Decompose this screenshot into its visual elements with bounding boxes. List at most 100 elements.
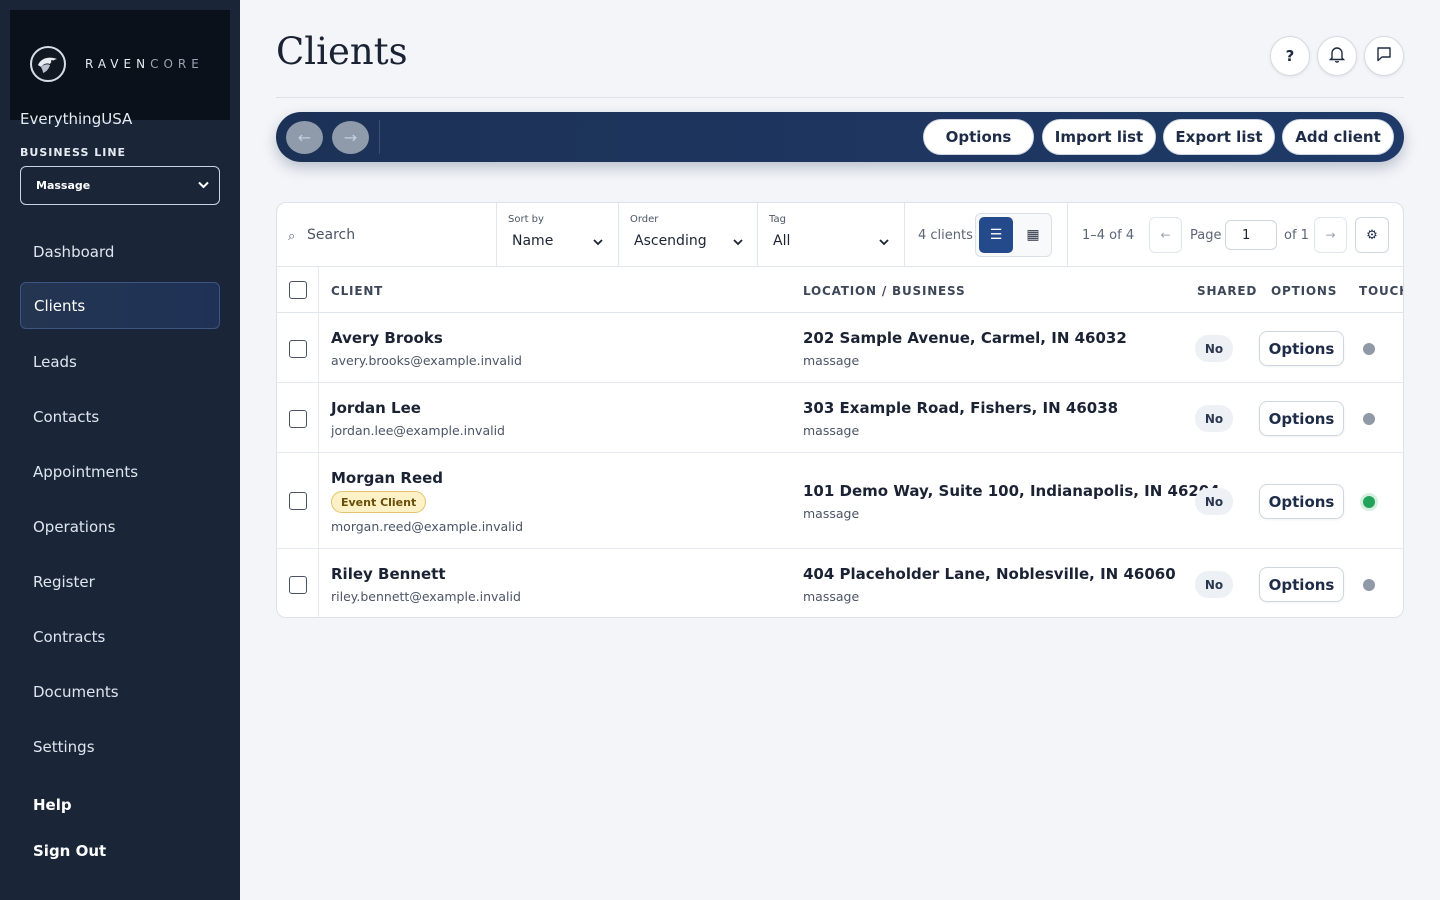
order-select[interactable]: Order Ascending [619, 203, 758, 266]
shared-badge: No [1195, 335, 1233, 362]
search-icon: ⌕ [288, 229, 296, 244]
order-value: Ascending [634, 233, 707, 249]
arrow-left-icon: ← [297, 128, 312, 147]
row-options-button[interactable]: Options [1259, 567, 1344, 602]
help-icon: ? [1285, 47, 1295, 65]
table-row[interactable]: Jordan Lee jordan.lee@example.invalid 30… [277, 383, 1403, 453]
chevron-down-icon [879, 235, 889, 249]
table-settings-button[interactable]: ⚙ [1355, 217, 1389, 253]
client-email: jordan.lee@example.invalid [331, 423, 505, 438]
event-client-badge: Event Client [331, 491, 427, 513]
business-line-value: Massage [36, 179, 91, 192]
list-icon: ☰ [989, 227, 1003, 243]
column-options: OPTIONS [1271, 284, 1338, 298]
arrow-left-icon: ← [1160, 228, 1171, 242]
client-name[interactable]: Morgan Reed [331, 469, 443, 487]
tag-label: Tag [769, 214, 786, 225]
sidebar-item-appointments[interactable]: Appointments [20, 448, 220, 495]
client-email: morgan.reed@example.invalid [331, 519, 524, 534]
client-name[interactable]: Avery Brooks [331, 329, 443, 347]
grid-icon: ▦ [1026, 227, 1040, 243]
sort-select[interactable]: Sort by Name [497, 203, 619, 266]
page-label: Page [1190, 228, 1222, 243]
gear-icon: ⚙ [1366, 227, 1378, 243]
client-count: 4 clients [918, 228, 973, 243]
prev-page-button[interactable]: ← [1149, 217, 1182, 253]
header-divider [276, 97, 1404, 98]
back-button[interactable]: ← [286, 121, 323, 154]
sidebar-item-leads[interactable]: Leads [20, 338, 220, 385]
arrow-right-icon: → [1325, 228, 1336, 242]
brand-name: RAVENCORE [85, 57, 204, 71]
list-view-button[interactable]: ☰ [979, 217, 1013, 253]
clients-table-card: ⌕ Search Sort by Name Order Ascending Ta… [276, 202, 1404, 618]
sidebar-item-dashboard[interactable]: Dashboard [20, 228, 220, 275]
action-toolbar: ← → Options Import list Export list Add … [276, 112, 1404, 162]
options-button[interactable]: Options [923, 119, 1034, 155]
select-all-checkbox[interactable] [289, 281, 307, 299]
row-checkbox[interactable] [289, 410, 307, 428]
tag-value: All [773, 233, 791, 249]
org-name: EverythingUSA [20, 110, 133, 128]
import-list-button[interactable]: Import list [1042, 119, 1156, 155]
client-business: massage [803, 589, 860, 604]
table-row[interactable]: Avery Brooks avery.brooks@example.invali… [277, 313, 1403, 383]
tag-select[interactable]: Tag All [758, 203, 905, 266]
raven-logo-icon [30, 46, 66, 82]
row-checkbox[interactable] [289, 492, 307, 510]
arrow-right-icon: → [343, 128, 358, 147]
business-line-select[interactable]: Massage [20, 166, 220, 205]
sidebar-item-contacts[interactable]: Contacts [20, 393, 220, 440]
row-options-button[interactable]: Options [1259, 331, 1344, 366]
sidebar-item-operations[interactable]: Operations [20, 503, 220, 550]
touch-status-dot [1363, 579, 1375, 591]
help-button[interactable]: ? [1270, 36, 1310, 76]
page-number-input[interactable]: 1 [1225, 220, 1277, 250]
page-total: of 1 [1284, 228, 1309, 243]
next-page-button[interactable]: → [1314, 217, 1347, 253]
grid-view-button[interactable]: ▦ [1016, 217, 1050, 253]
client-business: massage [803, 506, 860, 521]
business-line-label: BUSINESS LINE [20, 146, 127, 159]
chevron-down-icon [198, 179, 209, 192]
client-name[interactable]: Jordan Lee [331, 399, 421, 417]
table-row[interactable]: Morgan Reed Event Client morgan.reed@exa… [277, 453, 1403, 549]
sidebar-item-documents[interactable]: Documents [20, 668, 220, 715]
messages-button[interactable] [1364, 36, 1404, 76]
client-email: avery.brooks@example.invalid [331, 353, 522, 368]
sidebar-item-settings[interactable]: Settings [20, 723, 220, 770]
table-header: CLIENT LOCATION / BUSINESS SHARED OPTION… [277, 267, 1403, 313]
column-client: CLIENT [331, 284, 384, 298]
client-name[interactable]: Riley Bennett [331, 565, 446, 583]
bell-icon [1328, 45, 1346, 67]
row-options-button[interactable]: Options [1259, 484, 1344, 519]
touch-status-dot [1363, 496, 1375, 508]
brand-block: RAVENCORE [10, 10, 230, 120]
sidebar-item-sign-out[interactable]: Sign Out [20, 827, 220, 874]
add-client-button[interactable]: Add client [1282, 119, 1394, 155]
row-checkbox[interactable] [289, 340, 307, 358]
chevron-down-icon [593, 235, 603, 249]
forward-button[interactable]: → [332, 121, 369, 154]
toolbar-separator [379, 120, 380, 154]
view-toggle: ☰ ▦ [975, 213, 1052, 257]
notifications-button[interactable] [1317, 36, 1357, 76]
sidebar-item-help[interactable]: Help [20, 781, 220, 828]
client-address: 303 Example Road, Fishers, IN 46038 [803, 399, 1119, 417]
search-field[interactable]: ⌕ Search [277, 203, 497, 266]
client-address: 404 Placeholder Lane, Noblesville, IN 46… [803, 565, 1176, 583]
page-title: Clients [276, 30, 408, 73]
sidebar-item-contracts[interactable]: Contracts [20, 613, 220, 660]
row-options-button[interactable]: Options [1259, 401, 1344, 436]
sidebar-item-register[interactable]: Register [20, 558, 220, 605]
result-range: 1–4 of 4 [1082, 228, 1135, 243]
export-list-button[interactable]: Export list [1163, 119, 1275, 155]
sidebar-item-clients[interactable]: Clients [20, 282, 220, 329]
client-business: massage [803, 423, 860, 438]
column-touch: TOUCH [1359, 284, 1403, 298]
table-row[interactable]: Riley Bennett riley.bennett@example.inva… [277, 549, 1403, 617]
row-checkbox[interactable] [289, 576, 307, 594]
touch-status-dot [1363, 413, 1375, 425]
search-input[interactable]: Search [307, 227, 355, 243]
column-location: LOCATION / BUSINESS [803, 284, 966, 298]
